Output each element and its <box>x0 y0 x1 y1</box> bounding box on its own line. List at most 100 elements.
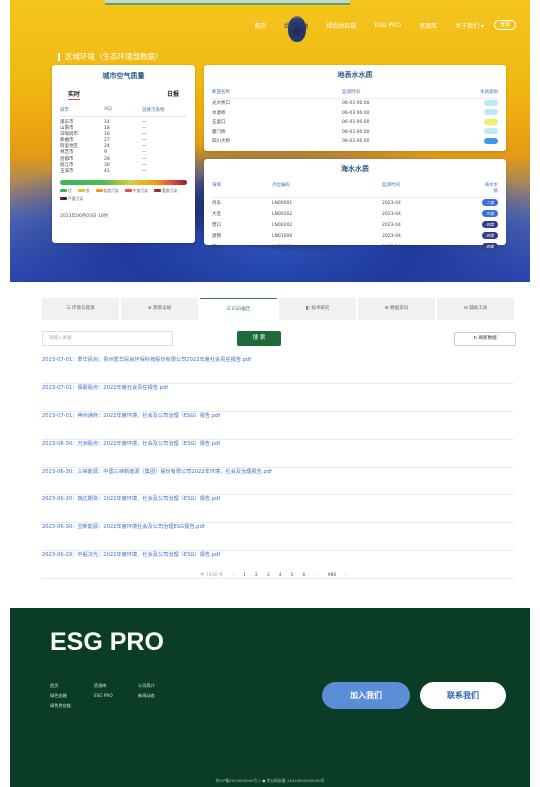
region-title-text: 区域环境（生态环境部数据） <box>65 52 163 61</box>
cell-time: 2023-04 <box>382 234 401 239</box>
nav-item-esg-pro[interactable]: ESG PRO <box>374 22 401 29</box>
table-row: 盘锦 LN01006 2023-04 四类 <box>212 231 498 242</box>
pager-page[interactable]: 980 <box>328 573 337 578</box>
tab-esg-report[interactable]: ☰ ESG报告 <box>200 298 277 320</box>
join-us-button[interactable]: 加入我们 <box>322 682 410 709</box>
footer-link[interactable]: 公司简介 <box>138 683 182 689</box>
title-accent-bar <box>58 52 60 61</box>
pager-page[interactable]: 6 <box>303 573 306 578</box>
cell-aqi: 41 <box>104 168 110 174</box>
air-quality-title: 城市空气质量 <box>102 72 145 80</box>
cell-time: 2023-04 <box>382 212 401 217</box>
tab-daily[interactable]: 日报 <box>167 89 179 100</box>
login-button[interactable]: 登录 <box>494 20 516 30</box>
nav-item-home[interactable]: 首页 <box>254 21 266 30</box>
legend-item: 中度污染 <box>124 188 148 194</box>
tab-data-news[interactable]: ⊞ 数据资讯 <box>358 298 435 320</box>
cell-point-code: LN07006 <box>272 245 293 250</box>
pager-ellipsis: ... <box>314 572 319 578</box>
pager-page[interactable]: 4 <box>279 573 282 578</box>
footer-link[interactable]: ESG PRO <box>94 693 138 699</box>
tab-realtime[interactable]: 实时 <box>68 89 81 100</box>
pager-page[interactable]: 3 <box>267 573 270 578</box>
cell-section: 四川大桥 <box>212 139 230 144</box>
cell-quality <box>474 128 498 138</box>
tab-environment-energy[interactable]: ☰ 环境与能源 <box>42 298 119 320</box>
footer-link[interactable]: 资源库 <box>94 683 138 689</box>
tab-research[interactable]: ◧ 技术研究 <box>279 298 356 320</box>
refresh-data-button[interactable]: ↻ 刷新数据 <box>454 332 516 346</box>
cell-quality <box>474 99 498 109</box>
quality-pill <box>484 109 498 115</box>
sea-table-body: 丹东 LN00001 2023-04 二类 大连 LN00102 2023-04 三类 营口 LN… <box>212 198 498 253</box>
report-link[interactable]: 2023-06-30：万洲股份：2022年度环境、社会及公司治理（ESG）报告.… <box>42 440 514 468</box>
header-aqi: AQI <box>104 107 112 112</box>
nav-item-about[interactable]: 关于我们 ▾ <box>455 21 484 30</box>
surface-water-card: 地表水水质 断面名称 监测时间 水质类别 光大桥口 06-03 06:00 水源桥 0… <box>204 65 506 151</box>
contact-us-button[interactable]: 联系我们 <box>420 682 506 709</box>
pager-page[interactable]: 1 <box>243 573 246 578</box>
header-sea-quality: 海水水质 <box>484 183 499 194</box>
site-footer: ESG PRO 首页 资源库 公司简介 绿色金融 ESG PRO 新闻动态 绿色… <box>10 608 530 787</box>
tab-policy[interactable]: ⊕ 政策法规 <box>121 298 198 320</box>
pager-next[interactable]: › <box>345 573 347 578</box>
report-link[interactable]: 2023-06-30：瑞达期货：2022年度环境、社会及公司治理（ESG）报告.… <box>42 495 514 524</box>
table-row: 光大桥口 06-03 06:00 <box>212 99 498 109</box>
nav-item-green-finance[interactable]: 绿色金融 <box>284 21 308 30</box>
pager-prev[interactable]: ‹ <box>232 573 234 578</box>
report-link[interactable]: 2023-06-30：三峡能源：中国三峡新能源（集团）股份有限公司2022年环境… <box>42 468 514 496</box>
sea-table-header: 海域 点位编码 监测时间 海水水质 <box>212 182 498 198</box>
legend-swatch <box>124 189 132 193</box>
footer-link[interactable]: 绿色供应链 <box>50 703 94 709</box>
region-title: 区域环境（生态环境部数据） <box>58 51 163 62</box>
pager-total: 共 7836 条 <box>200 573 224 578</box>
cell-point-code: LN01006 <box>272 234 293 239</box>
header-sea-area: 海域 <box>212 183 221 188</box>
header-time: 监测时间 <box>342 90 360 95</box>
cell-sea-area: 锦州 <box>212 245 221 250</box>
footer-link[interactable]: 新闻动态 <box>138 693 182 699</box>
surface-table-header: 断面名称 监测时间 水质类别 <box>212 89 498 99</box>
aqi-scale-bar <box>60 179 187 185</box>
cell-time: 2023-04 <box>382 245 401 250</box>
sea-water-title: 海水水质 <box>341 165 369 173</box>
header-section: 断面名称 <box>212 90 230 95</box>
legend-swatch <box>60 189 67 193</box>
report-link[interactable]: 2023-06-30：宝新能源：2022年度环境社会及公司治理ESG报告.pdf <box>42 523 514 552</box>
report-link[interactable]: 2023-07-01：爱华民尚：贵州爱华民尚环保科技股份有限公司2022年度社会… <box>42 356 514 384</box>
nav-item-green-supply-chain[interactable]: 绿色供应链 <box>326 21 356 30</box>
legend-swatch <box>60 197 67 201</box>
report-list: 2023-07-01：爱华民尚：贵州爱华民尚环保科技股份有限公司2022年度社会… <box>42 356 514 580</box>
quality-pill <box>484 118 498 125</box>
legend-item: 严重污染 <box>60 196 83 202</box>
footer-link[interactable]: 首页 <box>50 683 94 689</box>
table-row: 五里口 06-03 06:00 <box>212 118 498 128</box>
report-link[interactable]: 2023-07-01：神州通商：2022年度环境、社会及公司治理（ESG）报告.… <box>42 412 514 440</box>
tab-tools[interactable]: ⊟ 辅助工具 <box>437 298 514 320</box>
footer-link[interactable]: 绿色金融 <box>50 693 94 699</box>
report-link[interactable]: 2023-07-01：易联股份：2022年度社会责任报告.pdf <box>42 384 514 412</box>
cell-section: 水源桥 <box>212 110 226 116</box>
aqi-legend: 优 良 轻度污染 中度污染 重度污染 严重污染 <box>60 188 187 202</box>
cell-section: 厦门桥 <box>212 129 226 135</box>
search-button[interactable]: 搜 索 <box>237 331 281 346</box>
nav-item-resources[interactable]: 资源库 <box>419 21 437 30</box>
cell-quality <box>474 137 498 147</box>
table-row: 营口 LN00202 2023-04 四类 <box>212 220 498 231</box>
cell-section: 五里口 <box>212 120 226 125</box>
sea-quality-pill: 四类 <box>482 221 498 228</box>
cell-sea-area: 营口 <box>212 223 221 228</box>
cell-time: 06-03 06:00 <box>342 110 370 116</box>
legend-swatch <box>95 189 103 193</box>
cell-city: 玉溪市 <box>60 168 74 174</box>
pager-page[interactable]: 5 <box>291 573 294 578</box>
header-time: 监测时间 <box>382 183 400 188</box>
sea-quality-pill: 四类 <box>482 232 498 239</box>
cell-point-code: LN00001 <box>272 201 293 206</box>
pager-page[interactable]: 2 <box>255 573 258 578</box>
pagination: 共 7836 条 ‹ 1 2 3 4 5 6 ... 980 › <box>200 572 347 579</box>
legend-item: 良 <box>77 188 90 194</box>
search-input[interactable]: 请输入关键 <box>42 331 173 346</box>
cell-quality <box>474 109 498 119</box>
footer-logo: ESG PRO <box>50 628 164 656</box>
